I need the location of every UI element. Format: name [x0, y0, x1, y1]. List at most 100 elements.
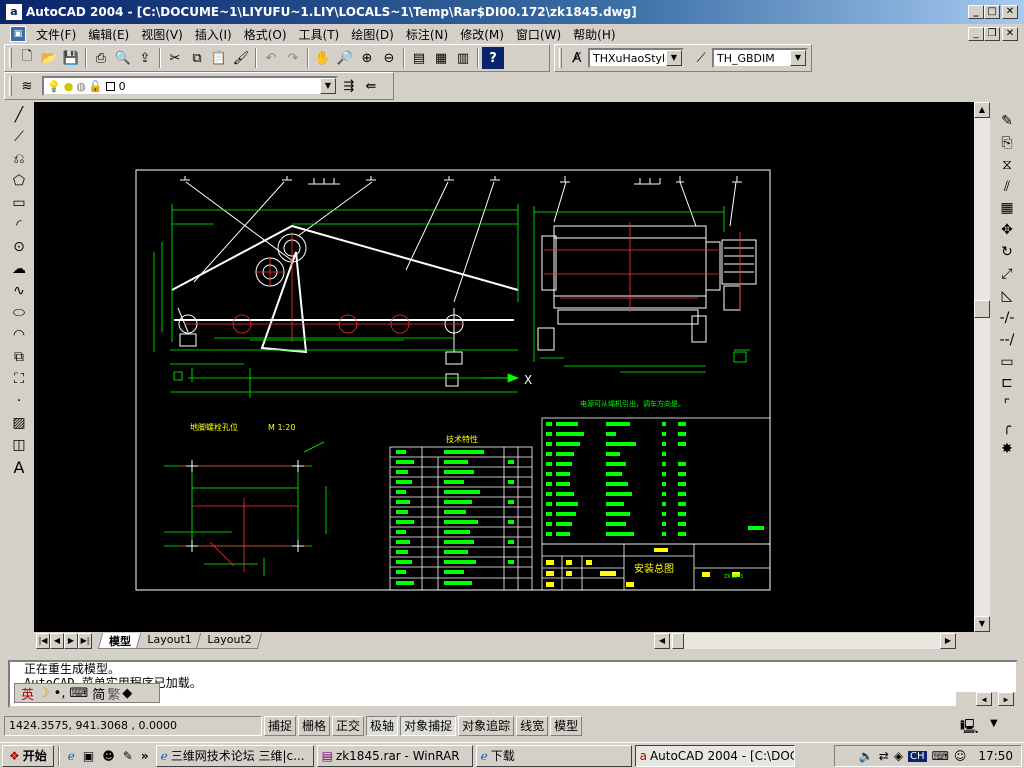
layer-previous-icon[interactable]: ⇚ — [360, 75, 382, 97]
close-button[interactable]: ✕ — [1002, 5, 1018, 19]
hatch-icon[interactable]: ▨ — [8, 412, 30, 434]
antivirus-icon[interactable]: ◈ — [894, 749, 903, 763]
next-tab-icon[interactable]: ▶ — [64, 633, 78, 649]
make-block-icon[interactable]: ⛶ — [8, 368, 30, 390]
horizontal-scrollbar[interactable]: ◀ ▶ — [654, 633, 956, 649]
ellipse-arc-icon[interactable]: ◠ — [8, 324, 30, 346]
dimension-style-select[interactable]: TH_GBDIM ▼ — [712, 48, 808, 68]
copy-object-icon[interactable]: ⎘ — [996, 132, 1018, 154]
first-tab-icon[interactable]: |◀ — [36, 633, 50, 649]
polygon-icon[interactable]: ⬠ — [8, 170, 30, 192]
stretch-icon[interactable]: ◺ — [996, 285, 1018, 307]
copy-icon[interactable]: ⧉ — [186, 47, 208, 69]
task-browser-forum[interactable]: ℯ 三维网技术论坛 三维|c... — [155, 744, 314, 767]
layer-manager-icon[interactable]: ≋ — [16, 75, 38, 97]
erase-icon[interactable]: ✎ — [996, 110, 1018, 132]
ime-mode[interactable]: 简 — [92, 684, 105, 703]
punctuation-icon[interactable]: •, — [54, 686, 66, 701]
zoom-previous-icon[interactable]: ⊖ — [378, 47, 400, 69]
break-at-point-icon[interactable]: ▭ — [996, 351, 1018, 373]
menu-dimension[interactable]: 标注(N) — [400, 26, 454, 43]
scroll-left-icon[interactable]: ◀ — [976, 692, 992, 706]
dimension-style-icon[interactable]: ⟋ — [690, 47, 712, 69]
coordinate-readout[interactable]: 1424.3575, 941.3068 , 0.0000 — [4, 716, 262, 736]
more-quicklaunch-icon[interactable]: » — [141, 749, 149, 763]
menu-modify[interactable]: 修改(M) — [454, 26, 510, 43]
messenger-icon[interactable]: ☺ — [954, 749, 967, 763]
chevron-down-icon[interactable]: ▼ — [790, 50, 806, 66]
new-file-icon[interactable]: 🗋 — [16, 47, 38, 69]
scroll-thumb-horizontal[interactable] — [672, 633, 684, 649]
ellipse-icon[interactable]: ⬭ — [8, 302, 30, 324]
extend-icon[interactable]: --/ — [996, 329, 1018, 351]
menu-draw[interactable]: 绘图(D) — [345, 26, 400, 43]
language-bar-icon[interactable]: ⌨ — [932, 749, 949, 763]
menu-edit[interactable]: 编辑(E) — [82, 26, 135, 43]
doc-restore-button[interactable]: ❐ — [984, 27, 1000, 41]
redo-icon[interactable]: ↷ — [282, 47, 304, 69]
ime-bar[interactable]: 英 ☽ •, ⌨ 简 繁 ◆ — [14, 683, 160, 703]
cut-icon[interactable]: ✂ — [164, 47, 186, 69]
pan-realtime-icon[interactable]: ✋ — [312, 47, 334, 69]
menu-format[interactable]: 格式(O) — [238, 26, 293, 43]
toolbar-grip[interactable] — [559, 48, 562, 68]
document-menu-icon[interactable]: ▣ — [10, 26, 26, 42]
toolbar-grip[interactable] — [9, 48, 12, 68]
moon-icon[interactable]: ☽ — [38, 686, 50, 701]
rotate-icon[interactable]: ↻ — [996, 241, 1018, 263]
ime-menu-icon[interactable]: ◆ — [122, 686, 132, 701]
scroll-right-icon[interactable]: ▶ — [940, 633, 956, 649]
otrack-toggle[interactable]: 对象追踪 — [458, 716, 515, 736]
make-object-layer-current-icon[interactable]: ⇶ — [338, 75, 360, 97]
construction-line-icon[interactable]: ⟋ — [8, 126, 30, 148]
zoom-realtime-icon[interactable]: 🔎 — [334, 47, 356, 69]
notepad-quicklaunch-icon[interactable]: ✎ — [123, 749, 133, 763]
break-icon[interactable]: ⊏ — [996, 373, 1018, 395]
snap-toggle[interactable]: 捕捉 — [264, 716, 297, 736]
print-icon[interactable]: ⎙ — [90, 47, 112, 69]
scroll-up-icon[interactable]: ▲ — [974, 102, 990, 118]
prev-tab-icon[interactable]: ◀ — [50, 633, 64, 649]
polyline-icon[interactable]: ⎌ — [8, 148, 30, 170]
move-icon[interactable]: ✥ — [996, 219, 1018, 241]
help-icon[interactable]: ? — [482, 47, 504, 69]
task-download[interactable]: ℯ 下载 — [475, 744, 632, 767]
keyboard-icon[interactable]: ⌨ — [69, 686, 88, 701]
doc-close-button[interactable]: ✕ — [1002, 27, 1018, 41]
text-style-icon[interactable]: A̸ — [566, 47, 588, 69]
menu-window[interactable]: 窗口(W) — [510, 26, 567, 43]
menu-help[interactable]: 帮助(H) — [567, 26, 621, 43]
print-preview-icon[interactable]: 🔍 — [112, 47, 134, 69]
match-properties-icon[interactable]: 🖌 — [230, 47, 252, 69]
grid-toggle[interactable]: 栅格 — [298, 716, 331, 736]
lineweight-toggle[interactable]: 线宽 — [516, 716, 549, 736]
network-icon[interactable]: ⇄ — [879, 749, 889, 763]
offset-icon[interactable]: ⫽ — [996, 176, 1018, 198]
doc-minimize-button[interactable]: _ — [968, 27, 984, 41]
tool-palettes-icon[interactable]: ▥ — [452, 47, 474, 69]
trim-icon[interactable]: -/- — [996, 307, 1018, 329]
mirror-icon[interactable]: ⧖ — [996, 154, 1018, 176]
scale-icon[interactable]: ⤢ — [996, 263, 1018, 285]
volume-icon[interactable]: 🔈 — [859, 749, 874, 763]
revision-cloud-icon[interactable]: ☁ — [8, 258, 30, 280]
vertical-scrollbar[interactable]: ▲ ▼ — [974, 102, 990, 632]
chamfer-icon[interactable]: ⌜ — [996, 394, 1018, 416]
command-scroll[interactable]: ◀ ▶ — [956, 692, 1016, 706]
toolbar-grip[interactable] — [9, 76, 12, 96]
scroll-thumb[interactable] — [974, 300, 990, 318]
input-lang-indicator[interactable]: CH — [908, 750, 927, 762]
clock[interactable]: 17:50 — [978, 749, 1013, 763]
desktop-quicklaunch-icon[interactable]: ▣ — [83, 749, 94, 763]
start-button[interactable]: ❖ 开始 — [2, 744, 54, 767]
fillet-icon[interactable]: ╭ — [996, 416, 1018, 438]
ie-quicklaunch-icon[interactable]: ℯ — [68, 749, 75, 763]
menu-view[interactable]: 视图(V) — [135, 26, 189, 43]
circle-icon[interactable]: ⊙ — [8, 236, 30, 258]
line-icon[interactable]: ╱ — [8, 104, 30, 126]
scroll-left-icon[interactable]: ◀ — [654, 633, 670, 649]
undo-icon[interactable]: ↶ — [260, 47, 282, 69]
osnap-toggle[interactable]: 对象捕捉 — [400, 716, 457, 736]
maximize-button[interactable]: □ — [984, 5, 1000, 19]
zoom-window-icon[interactable]: ⊕ — [356, 47, 378, 69]
